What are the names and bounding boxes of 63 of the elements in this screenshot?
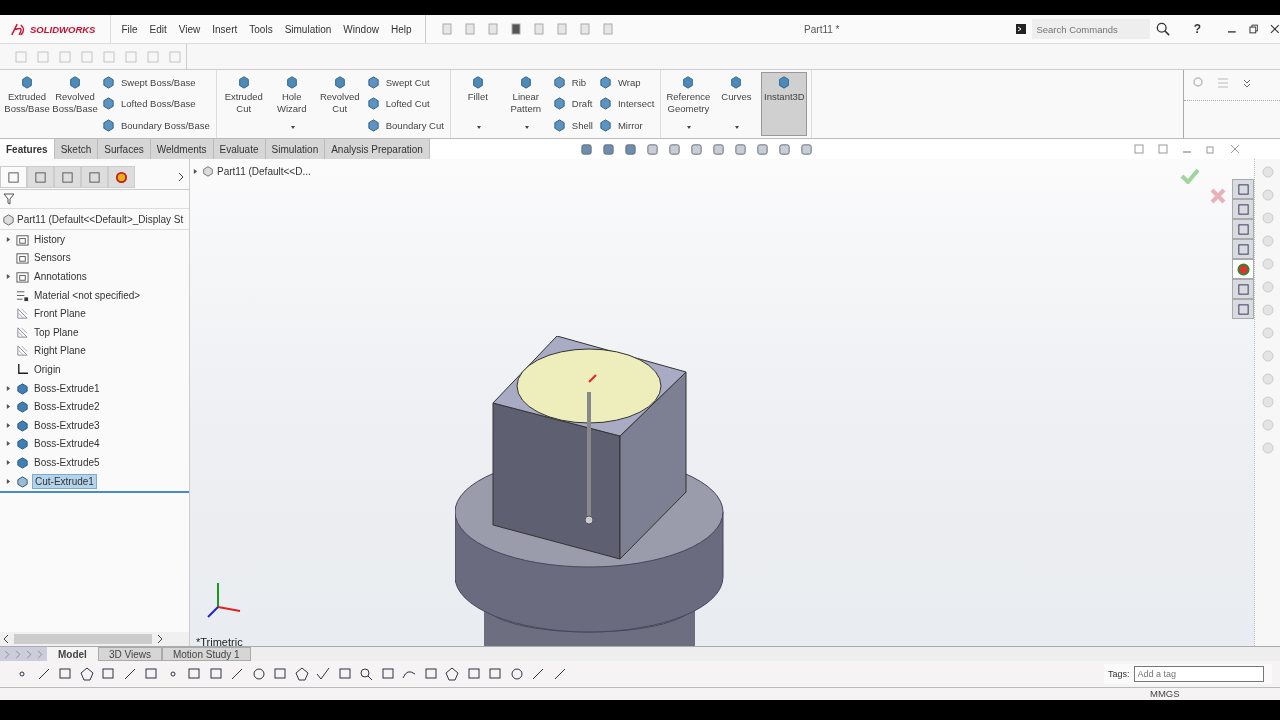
ribbon-button[interactable]: Intersect [596,97,657,111]
ribbon-button[interactable]: Curves [713,72,760,136]
ribbon-button[interactable]: Instant3D [761,72,808,136]
tree-item[interactable]: Cut-Extrude1 [32,473,97,489]
ribbon-button[interactable]: Mirror [596,118,657,132]
menu-item[interactable]: File [115,23,144,35]
ribbon-button[interactable]: Swept Boss/Base [100,76,212,90]
ribbon-button[interactable]: Wrap [596,76,657,90]
model-tab[interactable]: Model [47,647,98,661]
document-title: Part11 * [803,23,841,35]
ribbon-button[interactable]: Hole Wizard [268,72,315,136]
tags-label: Tags: [1108,669,1130,679]
model-tab[interactable]: Motion Study 1 [161,647,251,661]
tree-item[interactable]: Front Plane [32,307,88,321]
tree-item[interactable]: Annotations [32,270,89,283]
tree-item[interactable]: Boss-Extrude3 [32,418,102,432]
ribbon-button[interactable]: Draft [550,97,595,111]
ribbon-button[interactable]: Boundary Cut [364,118,446,132]
ribbon-button[interactable]: Extruded Boss/Base [4,72,50,136]
menu-item[interactable]: Insert [206,23,244,35]
tree-item[interactable]: Boss-Extrude5 [32,455,102,469]
tree-item[interactable]: Top Plane [32,325,81,339]
command-tab[interactable]: Analysis Preparation [325,139,430,159]
ribbon-button[interactable]: Fillet [454,72,501,136]
command-tab[interactable]: Surfaces [98,139,151,159]
ribbon-button[interactable]: Shell [550,118,595,132]
ribbon-button[interactable]: Lofted Cut [364,97,446,111]
ribbon-button[interactable]: Extruded Cut [220,72,267,136]
units-selector[interactable]: MMGS [1150,688,1280,700]
tree-item[interactable]: Boss-Extrude4 [32,437,102,451]
ribbon-button[interactable]: Rib [550,76,595,90]
ribbon-button[interactable]: Revolved Cut [316,72,363,136]
command-tab[interactable]: Simulation [265,139,326,159]
menu-item[interactable]: Window [337,23,385,35]
app-logo: SOLIDWORKS [30,23,96,35]
tree-item[interactable]: Material <not specified> [32,288,143,302]
ribbon-button[interactable]: Reference Geometry [665,72,712,136]
help-button[interactable]: ? [1193,22,1215,36]
tree-item[interactable]: Boss-Extrude2 [32,400,102,414]
tree-item[interactable]: Boss-Extrude1 [32,381,102,395]
view-name: *Trimetric [196,636,243,646]
ribbon-button[interactable]: Boundary Boss/Base [100,118,212,132]
tree-item[interactable]: Sensors [32,251,73,265]
menu-item[interactable]: Tools [243,23,279,35]
menu-item[interactable]: Help [384,23,418,35]
model-tab[interactable]: 3D Views [97,647,162,661]
menu-item[interactable]: Simulation [278,23,338,35]
search-field[interactable]: Search Commands [1032,19,1151,39]
command-tab[interactable]: Sketch [54,139,99,159]
breadcrumb[interactable]: Part11 (Default<<D... [217,165,311,177]
ribbon-button[interactable]: Revolved Boss/Base [52,72,98,136]
command-tab[interactable]: Evaluate [213,139,266,159]
tree-root[interactable]: Part11 (Default<<Default>_Display St [17,213,184,225]
tree-item[interactable]: History [32,232,68,246]
ribbon-button[interactable]: Lofted Boss/Base [100,97,212,111]
ribbon-button[interactable]: Swept Cut [364,76,446,90]
menu-item[interactable]: View [172,23,207,35]
tree-item[interactable]: Origin [32,362,63,376]
tag-field[interactable]: Add a tag [1133,666,1264,682]
ribbon-button[interactable]: Linear Pattern [502,72,549,136]
tree-item[interactable]: Right Plane [32,344,88,358]
command-tab[interactable]: Weldments [150,139,214,159]
menu-item[interactable]: Edit [143,23,173,35]
